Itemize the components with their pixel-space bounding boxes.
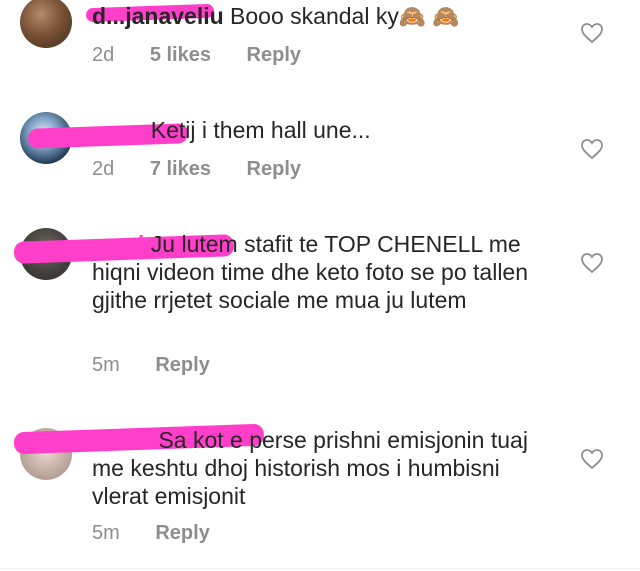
comment-meta: 2d 5 likes Reply xyxy=(92,44,331,67)
comment-meta: 2d 7 likes Reply xyxy=(92,158,331,181)
comment-body: d...janaveliu Booo skandal ky🙈 🙈 xyxy=(92,2,562,31)
comment-likes[interactable]: 7 likes xyxy=(150,158,211,181)
comment-time: 5m xyxy=(92,522,120,544)
comment-time: 2d xyxy=(92,44,115,66)
reply-button[interactable]: Reply xyxy=(155,354,209,377)
see-no-evil-monkey-emoji: 🙈 🙈 xyxy=(398,4,460,29)
comment-meta: 5m Reply xyxy=(92,522,240,545)
comment-username[interactable]: ...una xyxy=(92,427,152,453)
comment-body: ......u Ketij i them hall une... xyxy=(92,116,562,144)
comment-body: ...una Sa kot e perse prishni emisjonin … xyxy=(92,426,562,510)
comment-text: Booo skandal ky xyxy=(223,3,399,29)
heart-outline-icon[interactable] xyxy=(580,22,604,44)
comment-username[interactable]: ...ani xyxy=(92,231,144,257)
avatar[interactable] xyxy=(20,0,72,48)
comment-text: Ketij i them hall une... xyxy=(144,117,371,143)
heart-outline-icon[interactable] xyxy=(580,448,604,470)
comment-text: Sa kot e perse prishni emisjonin tuaj me… xyxy=(92,427,528,509)
comment-body: ...ani Ju lutem stafit te TOP CHENELL me… xyxy=(92,230,562,314)
comment-text: Ju lutem stafit te TOP CHENELL me hiqni … xyxy=(92,231,529,313)
comment-likes[interactable]: 5 likes xyxy=(150,44,211,67)
heart-outline-icon[interactable] xyxy=(580,138,604,160)
reply-button[interactable]: Reply xyxy=(155,522,209,545)
reply-button[interactable]: Reply xyxy=(247,158,301,181)
comment-username[interactable]: ......u xyxy=(92,117,144,143)
divider xyxy=(0,568,640,569)
heart-outline-icon[interactable] xyxy=(580,252,604,274)
reply-button[interactable]: Reply xyxy=(247,44,301,67)
comment-username[interactable]: d...janaveliu xyxy=(92,3,224,29)
comment-meta: 5m Reply xyxy=(92,354,240,377)
comment-time: 5m xyxy=(92,354,120,376)
comment-time: 2d xyxy=(92,158,115,180)
